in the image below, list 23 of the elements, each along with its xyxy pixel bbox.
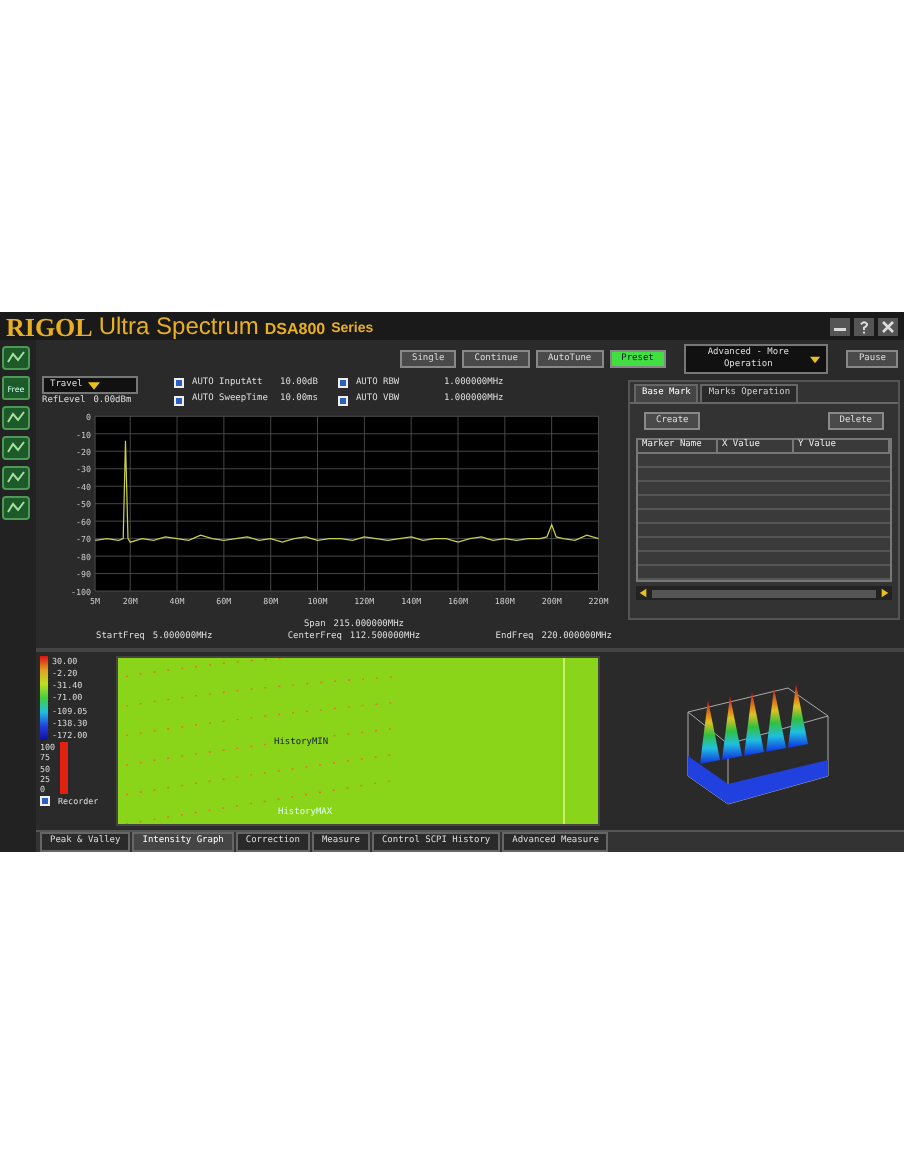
scroll-left-icon[interactable] (638, 588, 648, 598)
line-series (94, 440, 600, 543)
sidebar-icon[interactable] (2, 436, 30, 460)
checkbox[interactable] (174, 378, 184, 389)
checkbox[interactable] (337, 378, 348, 389)
window-title: Ultra Spectrum (98, 314, 259, 340)
brand-name: RIGOL (6, 314, 93, 340)
recorder-checkbox[interactable] (40, 796, 50, 806)
color-scale-bar (40, 656, 48, 740)
checkbox[interactable] (174, 395, 184, 406)
caret-icon (88, 381, 101, 389)
close-icon[interactable] (878, 317, 898, 335)
help-icon[interactable] (854, 317, 874, 335)
sidebar-icon[interactable] (2, 496, 30, 520)
minimize-icon[interactable] (830, 317, 850, 335)
horizontal-scrollbar[interactable] (636, 586, 892, 600)
caret-icon (810, 355, 821, 363)
sidebar-icon[interactable] (2, 466, 30, 490)
checkbox[interactable] (337, 395, 348, 406)
sidebar-icon[interactable] (2, 346, 30, 370)
sidebar-icon[interactable] (2, 406, 30, 430)
scroll-right-icon[interactable] (880, 588, 890, 598)
model-name: DSA800 (264, 318, 326, 340)
